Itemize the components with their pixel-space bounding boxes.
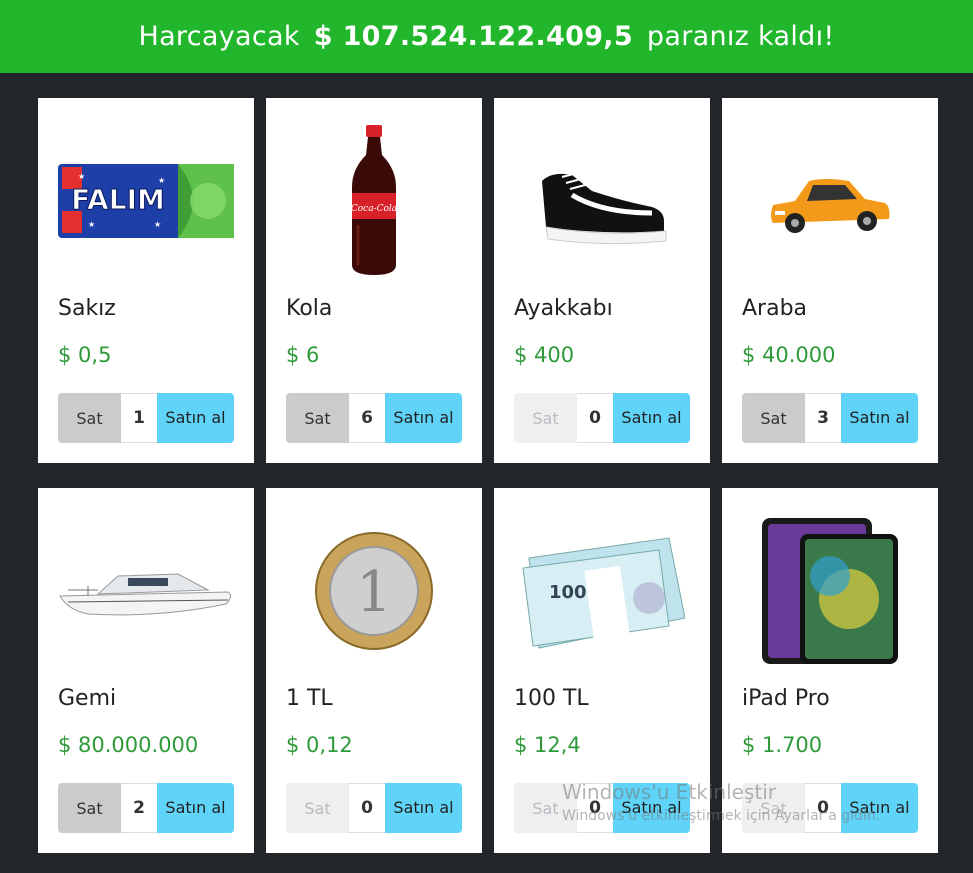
product-price: $ 0,12 xyxy=(286,733,353,757)
balance-prefix: Harcayacak xyxy=(138,21,300,52)
buy-button[interactable]: Satın al xyxy=(841,783,918,833)
quantity-display: 0 xyxy=(577,783,613,833)
sell-button[interactable]: Sat xyxy=(58,783,121,833)
product-name: Araba xyxy=(742,296,808,321)
product-card: 100 100 TL $ 12,4 Sat 0 Satın al xyxy=(494,488,710,853)
product-name: Gemi xyxy=(58,686,117,711)
buy-button[interactable]: Satın al xyxy=(613,393,690,443)
svg-text:★: ★ xyxy=(158,176,165,185)
product-controls: Sat 0 Satın al xyxy=(742,783,918,833)
sell-button[interactable]: Sat xyxy=(514,783,577,833)
tablet-icon xyxy=(742,506,918,676)
product-name: Ayakkabı xyxy=(514,296,613,321)
product-price: $ 80.000.000 xyxy=(58,733,199,757)
balance-suffix: paranız kaldı! xyxy=(646,21,835,52)
product-name: 1 TL xyxy=(286,686,333,711)
coin-icon: 1 xyxy=(286,506,462,676)
product-card: FALIM ★ ★ ★ ★ Sakız $ 0,5 Sat 1 Satın al xyxy=(38,98,254,463)
buy-button[interactable]: Satın al xyxy=(841,393,918,443)
sell-button[interactable]: Sat xyxy=(742,393,805,443)
product-card: 1 1 TL $ 0,12 Sat 0 Satın al xyxy=(266,488,482,853)
quantity-display: 0 xyxy=(349,783,385,833)
sell-button[interactable]: Sat xyxy=(286,783,349,833)
balance-banner: Harcayacak $ 107.524.122.409,5 paranız k… xyxy=(0,0,973,73)
svg-text:★: ★ xyxy=(88,220,95,229)
product-card: Gemi $ 80.000.000 Sat 2 Satın al xyxy=(38,488,254,853)
product-controls: Sat 0 Satın al xyxy=(514,393,690,443)
product-controls: Sat 1 Satın al xyxy=(58,393,234,443)
svg-text:★: ★ xyxy=(154,220,161,229)
quantity-display: 2 xyxy=(121,783,157,833)
buy-button[interactable]: Satın al xyxy=(385,783,462,833)
quantity-display: 3 xyxy=(805,393,841,443)
quantity-display: 0 xyxy=(577,393,613,443)
product-controls: Sat 3 Satın al xyxy=(742,393,918,443)
product-controls: Sat 2 Satın al xyxy=(58,783,234,833)
product-card: Ayakkabı $ 400 Sat 0 Satın al xyxy=(494,98,710,463)
quantity-display: 0 xyxy=(805,783,841,833)
svg-text:★: ★ xyxy=(78,172,85,181)
yacht-icon xyxy=(58,506,234,676)
product-card: Coca-Cola Kola $ 6 Sat 6 Satın al xyxy=(266,98,482,463)
product-price: $ 6 xyxy=(286,343,320,367)
product-name: iPad Pro xyxy=(742,686,830,711)
product-name: Kola xyxy=(286,296,333,321)
car-icon xyxy=(742,116,918,286)
balance-amount: $ 107.524.122.409,5 xyxy=(313,21,633,52)
product-price: $ 0,5 xyxy=(58,343,112,367)
buy-button[interactable]: Satın al xyxy=(613,783,690,833)
quantity-display: 1 xyxy=(121,393,157,443)
product-price: $ 400 xyxy=(514,343,575,367)
cola-bottle-icon: Coca-Cola xyxy=(286,116,462,286)
product-name: Sakız xyxy=(58,296,116,321)
svg-text:Coca-Cola: Coca-Cola xyxy=(351,204,397,214)
product-controls: Sat 0 Satın al xyxy=(286,783,462,833)
product-name: 100 TL xyxy=(514,686,589,711)
sell-button[interactable]: Sat xyxy=(742,783,805,833)
product-price: $ 1.700 xyxy=(742,733,823,757)
banknotes-icon: 100 xyxy=(514,506,690,676)
buy-button[interactable]: Satın al xyxy=(385,393,462,443)
product-controls: Sat 6 Satın al xyxy=(286,393,462,443)
chewing-gum-icon: FALIM ★ ★ ★ ★ xyxy=(58,116,234,286)
product-price: $ 40.000 xyxy=(742,343,836,367)
buy-button[interactable]: Satın al xyxy=(157,783,234,833)
product-card: Araba $ 40.000 Sat 3 Satın al xyxy=(722,98,938,463)
quantity-display: 6 xyxy=(349,393,385,443)
svg-text:1: 1 xyxy=(356,560,392,625)
product-price: $ 12,4 xyxy=(514,733,581,757)
svg-text:FALIM: FALIM xyxy=(71,183,165,216)
svg-text:100: 100 xyxy=(549,582,587,603)
product-controls: Sat 0 Satın al xyxy=(514,783,690,833)
sell-button[interactable]: Sat xyxy=(514,393,577,443)
sell-button[interactable]: Sat xyxy=(58,393,121,443)
buy-button[interactable]: Satın al xyxy=(157,393,234,443)
product-grid: FALIM ★ ★ ★ ★ Sakız $ 0,5 Sat 1 Satın al… xyxy=(38,98,938,853)
product-card: iPad Pro $ 1.700 Sat 0 Satın al xyxy=(722,488,938,853)
sell-button[interactable]: Sat xyxy=(286,393,349,443)
sneaker-icon xyxy=(514,116,690,286)
